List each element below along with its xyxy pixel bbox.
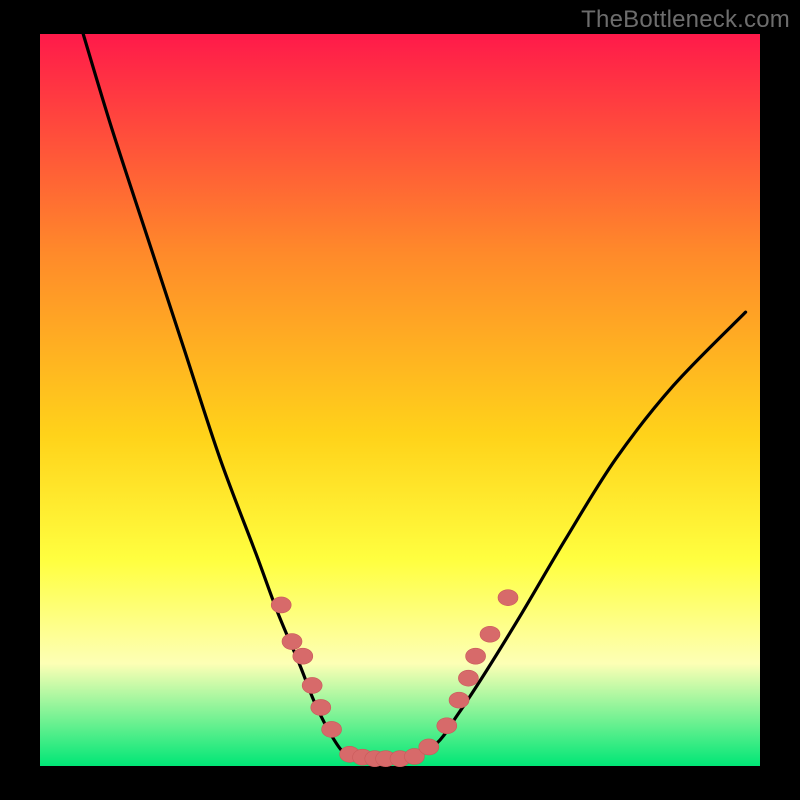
gradient-plot-area [40,34,760,766]
curve-marker [322,721,342,737]
curve-marker [480,626,500,642]
chart-container: TheBottleneck.com [0,0,800,800]
curve-marker [419,739,439,755]
curve-marker [302,677,322,693]
curve-marker [466,648,486,664]
curve-marker [458,670,478,686]
curve-marker [498,590,518,606]
curve-marker [293,648,313,664]
curve-marker [437,718,457,734]
bottleneck-chart [0,0,800,800]
curve-marker [271,597,291,613]
curve-marker [449,692,469,708]
curve-marker [282,634,302,650]
curve-marker [311,699,331,715]
watermark-text: TheBottleneck.com [581,6,790,34]
